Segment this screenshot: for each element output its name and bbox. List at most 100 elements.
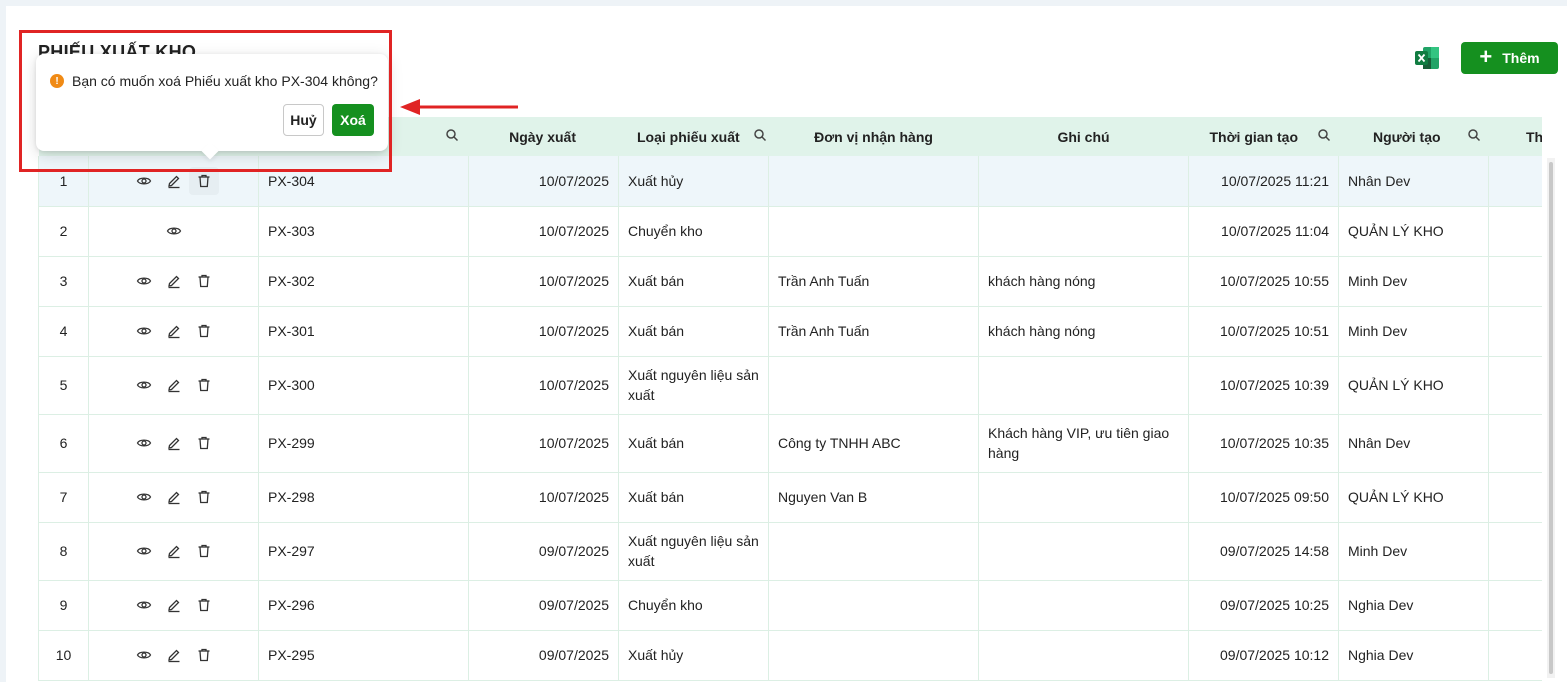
export-excel-button[interactable] bbox=[1414, 46, 1442, 70]
cell-creator: Minh Dev bbox=[1338, 522, 1489, 581]
cell-actions bbox=[88, 206, 259, 257]
table-row[interactable]: 5 PX-300 10/07/2025 Xuất nguyên liệu sản xu… bbox=[38, 356, 1542, 415]
cell-actions bbox=[88, 522, 259, 581]
cell-extra bbox=[1488, 306, 1542, 357]
column-header-date[interactable]: Ngày xuất bbox=[468, 117, 619, 156]
search-icon[interactable] bbox=[1317, 128, 1331, 142]
scrollbar-thumb[interactable] bbox=[1549, 162, 1553, 674]
cell-actions bbox=[88, 256, 259, 307]
plus-icon: + bbox=[1479, 44, 1493, 69]
cell-receiver: Trần Anh Tuấn bbox=[768, 306, 979, 357]
cell-date: 10/07/2025 bbox=[468, 256, 619, 307]
column-header-created-time[interactable]: Thời gian tạo bbox=[1188, 117, 1339, 156]
cell-type: Chuyển kho bbox=[618, 580, 769, 631]
delete-confirm-popover: ! Bạn có muốn xoá Phiếu xuất kho PX-304 … bbox=[36, 54, 388, 160]
table-row[interactable]: 2 PX-303 10/07/2025 Chuyển kho 10/07/2025 11… bbox=[38, 206, 1542, 257]
view-icon[interactable] bbox=[129, 537, 159, 565]
cell-code: PX-300 bbox=[258, 356, 469, 415]
column-header-extra[interactable]: Thời bbox=[1488, 117, 1542, 156]
cell-stt: 3 bbox=[38, 256, 89, 307]
cell-receiver: Công ty TNHH ABC bbox=[768, 414, 979, 473]
add-button[interactable]: + Thêm bbox=[1461, 42, 1558, 74]
view-icon[interactable] bbox=[129, 167, 159, 195]
edit-icon[interactable] bbox=[159, 267, 189, 295]
cell-date: 10/07/2025 bbox=[468, 356, 619, 415]
cell-code: PX-298 bbox=[258, 472, 469, 523]
cell-receiver bbox=[768, 206, 979, 257]
cell-type: Xuất bán bbox=[618, 256, 769, 307]
cell-stt: 1 bbox=[38, 156, 89, 207]
table-row[interactable]: 3 PX-302 10/07/2025 Xuất bán Trần Anh Tuấn kh… bbox=[38, 256, 1542, 307]
table-row[interactable]: 10 PX-295 09/07/2025 Xuất hủy 09/07/2025 10:… bbox=[38, 630, 1542, 681]
view-icon[interactable] bbox=[129, 429, 159, 457]
delete-icon[interactable] bbox=[189, 537, 219, 565]
cell-created-time: 10/07/2025 10:35 bbox=[1188, 414, 1339, 473]
cell-type: Xuất bán bbox=[618, 472, 769, 523]
cell-type: Xuất bán bbox=[618, 414, 769, 473]
cell-code: PX-304 bbox=[258, 156, 469, 207]
cell-extra bbox=[1488, 472, 1542, 523]
cell-extra bbox=[1488, 580, 1542, 631]
delete-icon[interactable] bbox=[188, 166, 219, 195]
edit-icon[interactable] bbox=[159, 537, 189, 565]
delete-icon[interactable] bbox=[189, 429, 219, 457]
view-icon[interactable] bbox=[129, 591, 159, 619]
cell-creator: QUẢN LÝ KHO bbox=[1338, 206, 1489, 257]
edit-icon[interactable] bbox=[159, 317, 189, 345]
cell-note bbox=[978, 206, 1189, 257]
cell-created-time: 10/07/2025 10:39 bbox=[1188, 356, 1339, 415]
cell-stt: 9 bbox=[38, 580, 89, 631]
edit-icon[interactable] bbox=[159, 429, 189, 457]
cell-code: PX-302 bbox=[258, 256, 469, 307]
delete-icon[interactable] bbox=[189, 483, 219, 511]
edit-icon[interactable] bbox=[159, 591, 189, 619]
column-header-creator[interactable]: Người tạo bbox=[1338, 117, 1489, 156]
cell-note bbox=[978, 356, 1189, 415]
table-row[interactable]: 9 PX-296 09/07/2025 Chuyển kho 09/07/2025 10… bbox=[38, 580, 1542, 631]
search-icon[interactable] bbox=[1467, 128, 1481, 142]
column-header-receiver[interactable]: Đơn vị nhận hàng bbox=[768, 117, 979, 156]
cell-actions bbox=[88, 580, 259, 631]
table-row[interactable]: 1 PX-304 10/07/2025 Xuất hủy 10/07/2025 11:2… bbox=[38, 156, 1542, 207]
cell-stt: 2 bbox=[38, 206, 89, 257]
cell-code: PX-297 bbox=[258, 522, 469, 581]
view-icon[interactable] bbox=[129, 483, 159, 511]
cell-created-time: 10/07/2025 11:04 bbox=[1188, 206, 1339, 257]
cell-type: Chuyển kho bbox=[618, 206, 769, 257]
cell-created-time: 10/07/2025 09:50 bbox=[1188, 472, 1339, 523]
cell-code: PX-299 bbox=[258, 414, 469, 473]
view-icon[interactable] bbox=[129, 641, 159, 669]
edit-icon[interactable] bbox=[159, 167, 189, 195]
delete-icon[interactable] bbox=[189, 267, 219, 295]
cell-type: Xuất nguyên liệu sản xuất bbox=[618, 522, 769, 581]
column-header-note[interactable]: Ghi chú bbox=[978, 117, 1189, 156]
cell-code: PX-295 bbox=[258, 630, 469, 681]
cell-date: 09/07/2025 bbox=[468, 522, 619, 581]
cancel-button[interactable]: Huỷ bbox=[283, 104, 324, 136]
table-row[interactable]: 4 PX-301 10/07/2025 Xuất bán Trần Anh Tuấn kh… bbox=[38, 306, 1542, 357]
cell-receiver bbox=[768, 630, 979, 681]
view-icon[interactable] bbox=[129, 371, 159, 399]
table-row[interactable]: 7 PX-298 10/07/2025 Xuất bán Nguyen Van B 10/… bbox=[38, 472, 1542, 523]
cell-receiver: Nguyen Van B bbox=[768, 472, 979, 523]
delete-icon[interactable] bbox=[189, 641, 219, 669]
edit-icon[interactable] bbox=[159, 371, 189, 399]
table-row[interactable]: 6 PX-299 10/07/2025 Xuất bán Công ty TNHH AB… bbox=[38, 414, 1542, 473]
search-icon[interactable] bbox=[753, 128, 767, 142]
table-row[interactable]: 8 PX-297 09/07/2025 Xuất nguyên liệu sản xu… bbox=[38, 522, 1542, 581]
view-icon[interactable] bbox=[129, 317, 159, 345]
view-icon[interactable] bbox=[129, 267, 159, 295]
view-icon[interactable] bbox=[159, 217, 189, 245]
confirm-delete-button[interactable]: Xoá bbox=[332, 104, 374, 136]
delete-icon[interactable] bbox=[189, 317, 219, 345]
cell-extra bbox=[1488, 414, 1542, 473]
cell-actions bbox=[88, 356, 259, 415]
column-header-type[interactable]: Loại phiếu xuất bbox=[618, 117, 769, 156]
delete-icon[interactable] bbox=[189, 371, 219, 399]
search-icon[interactable] bbox=[445, 128, 459, 142]
cell-created-time: 09/07/2025 10:12 bbox=[1188, 630, 1339, 681]
cell-creator: Nghia Dev bbox=[1338, 630, 1489, 681]
delete-icon[interactable] bbox=[189, 591, 219, 619]
edit-icon[interactable] bbox=[159, 641, 189, 669]
edit-icon[interactable] bbox=[159, 483, 189, 511]
